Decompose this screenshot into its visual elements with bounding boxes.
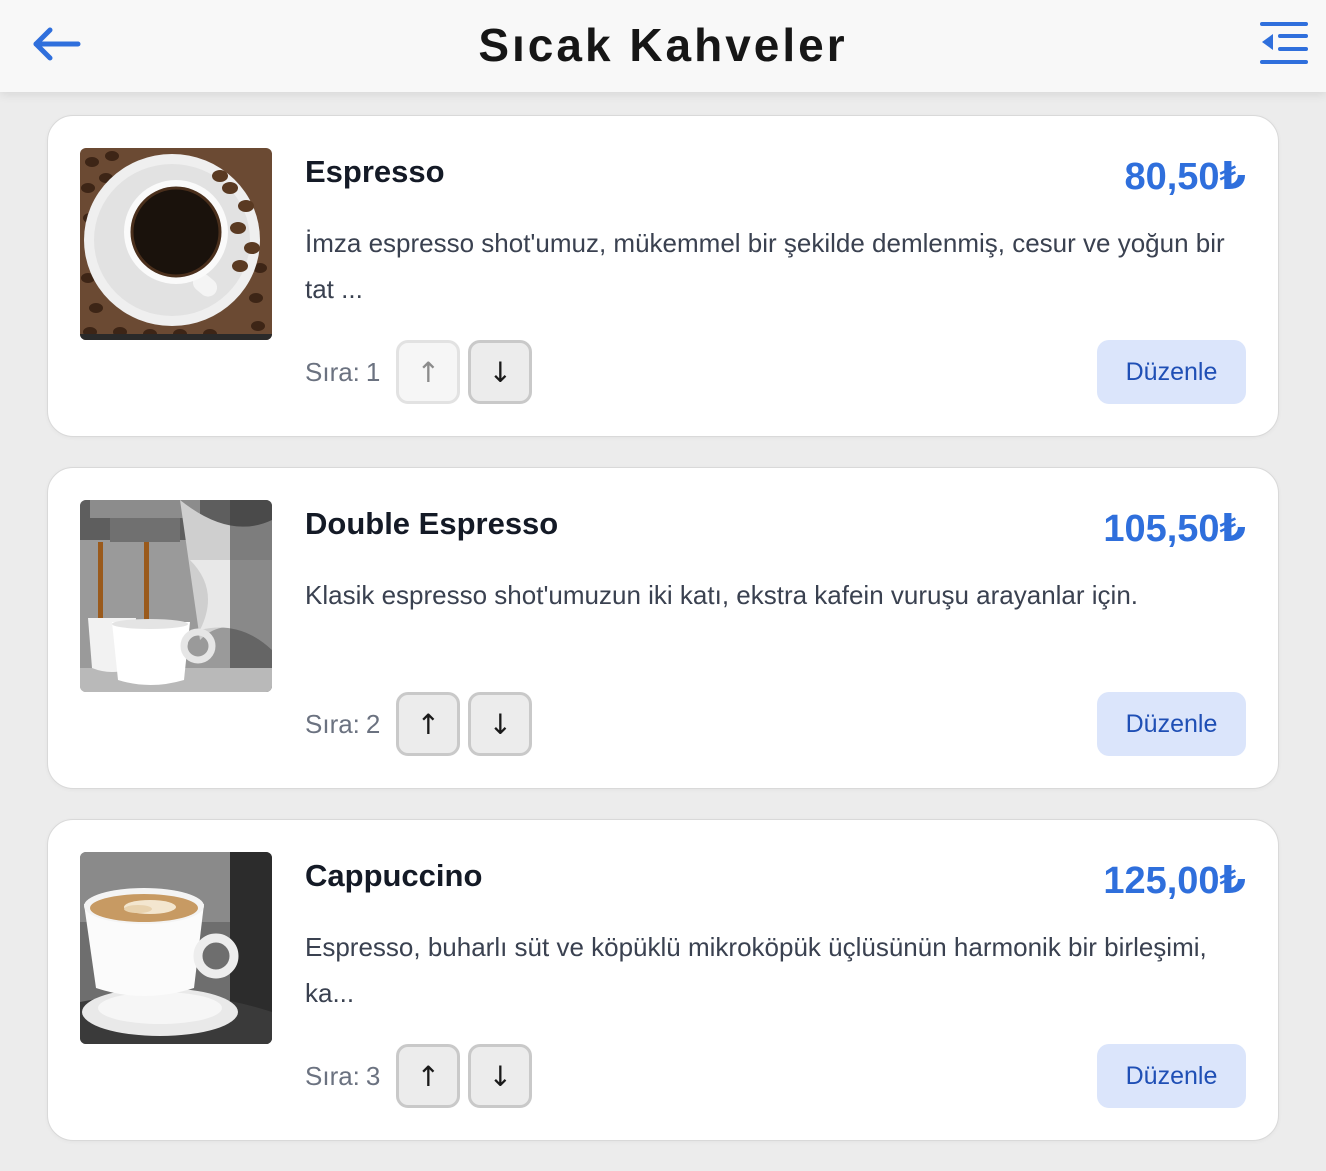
order-indicator: Sıra: 2	[305, 709, 380, 740]
move-up-button[interactable]: ↑	[396, 1044, 461, 1108]
order-controls: Sıra: 2 ↑ ↓	[305, 692, 540, 756]
product-description: Espresso, buharlı süt ve köpüklü mikrokö…	[305, 932, 1207, 1008]
product-name: Cappuccino	[305, 858, 483, 893]
move-down-button[interactable]: ↓	[468, 692, 533, 756]
order-value: 3	[365, 1060, 381, 1091]
move-up-button[interactable]: ↑	[396, 340, 461, 404]
product-name: Espresso	[305, 154, 445, 189]
product-card: Cappuccino 125,00₺ Espresso, buharlı süt…	[47, 819, 1279, 1141]
order-label: Sıra:	[305, 356, 360, 387]
cappuccino-photo	[80, 852, 272, 1044]
espresso-photo	[80, 148, 272, 340]
order-value: 2	[365, 708, 381, 739]
edit-button[interactable]: Düzenle	[1097, 1044, 1246, 1108]
order-value: 1	[365, 356, 381, 387]
edit-button[interactable]: Düzenle	[1097, 340, 1246, 404]
product-price: 105,50₺	[1103, 508, 1246, 550]
product-card: Espresso 80,50₺ İmza espresso shot'umuz,…	[47, 115, 1279, 437]
move-down-button[interactable]: ↓	[468, 340, 533, 404]
edit-button[interactable]: Düzenle	[1097, 692, 1246, 756]
page-title: Sıcak Kahveler	[478, 19, 848, 71]
menu-collapse-icon	[1260, 22, 1308, 64]
product-name: Double Espresso	[305, 506, 559, 541]
order-label: Sıra:	[305, 1060, 360, 1091]
order-label: Sıra:	[305, 708, 360, 739]
order-controls: Sıra: 1 ↑ ↓	[305, 340, 540, 404]
top-bar: Sıcak Kahveler	[0, 0, 1326, 92]
menu-button[interactable]	[1258, 20, 1310, 66]
product-list: Espresso 80,50₺ İmza espresso shot'umuz,…	[47, 115, 1279, 1171]
product-image	[80, 852, 272, 1044]
product-image	[80, 148, 272, 340]
product-price: 80,50₺	[1124, 156, 1246, 198]
double-espresso-photo	[80, 500, 272, 692]
order-indicator: Sıra: 1	[305, 357, 380, 388]
product-price: 125,00₺	[1103, 860, 1246, 902]
product-description: İmza espresso shot'umuz, mükemmel bir şe…	[305, 228, 1225, 304]
product-card: Double Espresso 105,50₺ Klasik espresso …	[47, 467, 1279, 789]
order-indicator: Sıra: 3	[305, 1061, 380, 1092]
product-description: Klasik espresso shot'umuzun iki katı, ek…	[305, 580, 1139, 610]
move-up-button[interactable]: ↑	[396, 692, 461, 756]
order-controls: Sıra: 3 ↑ ↓	[305, 1044, 540, 1108]
move-down-button[interactable]: ↓	[468, 1044, 533, 1108]
product-image	[80, 500, 272, 692]
